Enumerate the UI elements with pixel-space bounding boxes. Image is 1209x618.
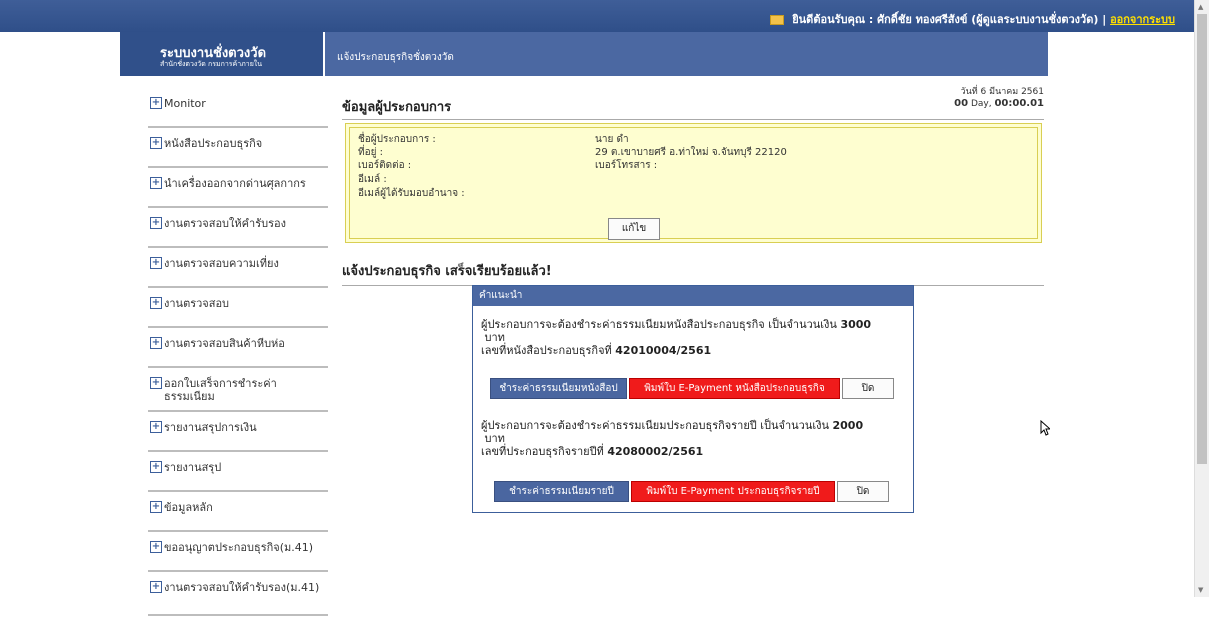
sidebar-item-label: รายงานสรุปการเงิน	[164, 421, 257, 434]
timer-unit: Day,	[970, 99, 992, 109]
expand-plus-icon[interactable]: +	[150, 97, 162, 109]
letter-no-label: เลขที่หนังสือประกอบธุรกิจที่	[481, 344, 612, 357]
sidebar-item-label: งานตรวจสอบ	[164, 297, 230, 310]
fax-label: เบอร์โทรสาร :	[595, 160, 658, 171]
brand-logo[interactable]: ระบบงานชั่งตวงวัด สำนักชั่งตวงวัด กรมการ…	[120, 32, 323, 76]
current-date: วันที่ 6 มีนาคม 2561	[960, 87, 1044, 97]
success-message: แจ้งประกอบธุรกิจ เสร็จเรียบร้อยแล้ว!	[342, 260, 1044, 286]
expand-plus-icon[interactable]: +	[150, 257, 162, 269]
sidebar-item-monitor[interactable]: + Monitor	[148, 90, 328, 128]
fee-amount-2: 2000	[832, 419, 864, 432]
sidebar-item-label: ออกใบเสร็จการชำระค่าธรรมเนียม	[164, 377, 277, 403]
sidebar-item-label: Monitor	[164, 97, 206, 110]
email-label: อีเมล์ :	[358, 174, 387, 185]
page-title-bar: แจ้งประกอบธุรกิจชั่งตวงวัด	[325, 32, 1048, 76]
vertical-scrollbar[interactable]: ▲ ▼	[1194, 0, 1209, 597]
sidebar-item-summary-report[interactable]: + รายงานสรุป	[148, 454, 328, 492]
fee-unit-1: บาท	[484, 331, 505, 344]
operator-info-inner: ชื่อผู้ประกอบการ : นาย ดำ ที่อยู่ : 29 ต…	[349, 127, 1038, 240]
delegate-email-label: อีเมล์ผู้ได้รับมอบอำนาจ :	[358, 188, 465, 199]
fee-unit-2: บาท	[484, 432, 505, 445]
sidebar-item-label: นำเครื่องออกจากด่านศุลกากร	[164, 177, 306, 190]
expand-plus-icon[interactable]: +	[150, 217, 162, 229]
print-annual-epayment-button[interactable]: พิมพ์ใบ E-Payment ประกอบธุรกิจรายปี	[631, 481, 835, 502]
section-title: ข้อมูลผู้ประกอบการ	[342, 100, 452, 115]
sidebar-item-label: งานตรวจสอบสินค้าหีบห่อ	[164, 337, 285, 350]
operator-info-box: ชื่อผู้ประกอบการ : นาย ดำ ที่อยู่ : 29 ต…	[345, 123, 1042, 243]
advice-dialog: คำแนะนำ ผู้ประกอบการจะต้องชำระค่าธรรมเนี…	[472, 285, 914, 513]
sidebar-item-label: งานตรวจสอบให้คำรับรอง	[164, 217, 286, 230]
sidebar-item-license-m41[interactable]: + ขออนุญาตประกอบธุรกิจ(ม.41)	[148, 534, 328, 572]
top-bar: ยินดีต้อนรับคุณ : ศักดิ์ชัย ทองศรีสังข์ …	[0, 0, 1195, 32]
expand-plus-icon[interactable]: +	[150, 297, 162, 309]
header-row: ระบบงานชั่งตวงวัด สำนักชั่งตวงวัด กรมการ…	[120, 32, 1048, 76]
close-button[interactable]: ปิด	[837, 481, 889, 502]
annual-no-label: เลขที่ประกอบธุรกิจรายปีที่	[481, 445, 604, 458]
phone-label: เบอร์ติดต่อ :	[358, 160, 412, 171]
brand-subtitle: สำนักชั่งตวงวัด กรมการค้าภายใน	[160, 60, 262, 68]
edit-button[interactable]: แก้ไข	[608, 218, 660, 240]
close-button[interactable]: ปิด	[842, 378, 894, 399]
expand-plus-icon[interactable]: +	[150, 137, 162, 149]
sidebar-item-fee-receipt[interactable]: + ออกใบเสร็จการชำระค่าธรรมเนียม	[148, 370, 328, 412]
sidebar-item-label: รายงานสรุป	[164, 461, 222, 474]
sidebar-item-finance-report[interactable]: + รายงานสรุปการเงิน	[148, 414, 328, 452]
timer-day: 00	[954, 98, 969, 109]
fee-amount-1: 3000	[840, 318, 872, 331]
title-row: ข้อมูลผู้ประกอบการ วันที่ 6 มีนาคม 2561 …	[342, 84, 1044, 120]
sidebar-item-label: หนังสือประกอบธุรกิจ	[164, 137, 263, 150]
sidebar-item-label: ข้อมูลหลัก	[164, 501, 213, 514]
fee-text-1: ผู้ประกอบการจะต้องชำระค่าธรรมเนียมหนังสื…	[481, 318, 837, 331]
main-content: ข้อมูลผู้ประกอบการ วันที่ 6 มีนาคม 2561 …	[342, 84, 1044, 513]
welcome-area: ยินดีต้อนรับคุณ : ศักดิ์ชัย ทองศรีสังข์ …	[770, 10, 1175, 28]
annual-number: 42080002/2561	[607, 445, 704, 458]
mail-icon[interactable]	[770, 15, 785, 25]
sidebar-item-certification-check[interactable]: + งานตรวจสอบให้คำรับรอง	[148, 210, 328, 248]
date-timer: วันที่ 6 มีนาคม 2561 00 Day, 00:00.01	[954, 87, 1044, 110]
sidebar-item-business-letter[interactable]: + หนังสือประกอบธุรกิจ	[148, 130, 328, 168]
sidebar-item-master-data[interactable]: + ข้อมูลหลัก	[148, 494, 328, 532]
expand-plus-icon[interactable]: +	[150, 377, 162, 389]
sidebar-menu: + Monitor + หนังสือประกอบธุรกิจ + นำเครื่อง…	[148, 90, 328, 618]
pay-annual-fee-button[interactable]: ชำระค่าธรรมเนียมรายปี	[494, 481, 629, 502]
letter-number: 42010004/2561	[615, 344, 712, 357]
fee-text-2: ผู้ประกอบการจะต้องชำระค่าธรรมเนียมประกอบ…	[481, 419, 829, 432]
timer-time: 00:00.01	[994, 98, 1044, 109]
sidebar-item-inspection[interactable]: + งานตรวจสอบ	[148, 290, 328, 328]
page-title: แจ้งประกอบธุรกิจชั่งตวงวัด	[337, 52, 454, 63]
expand-plus-icon[interactable]: +	[150, 461, 162, 473]
mouse-cursor-icon	[1040, 420, 1050, 436]
scroll-down-arrow-icon[interactable]: ▼	[1198, 586, 1203, 594]
pay-letter-fee-button[interactable]: ชำระค่าธรรมเนียมหนังสือป	[490, 378, 627, 399]
sidebar-item-customs-export[interactable]: + นำเครื่องออกจากด่านศุลกากร	[148, 170, 328, 208]
dialog-header: คำแนะนำ	[473, 286, 913, 306]
expand-plus-icon[interactable]: +	[150, 421, 162, 433]
logout-link[interactable]: ออกจากระบบ	[1110, 13, 1175, 26]
fee-notice-1: ผู้ประกอบการจะต้องชำระค่าธรรมเนียมหนังสื…	[481, 318, 906, 357]
expand-plus-icon[interactable]: +	[150, 501, 162, 513]
expand-plus-icon[interactable]: +	[150, 581, 162, 593]
sidebar-item-accuracy-check[interactable]: + งานตรวจสอบความเที่ยง	[148, 250, 328, 288]
expand-plus-icon[interactable]: +	[150, 177, 162, 189]
sidebar-item-label: ขออนุญาตประกอบธุรกิจ(ม.41)	[164, 541, 314, 554]
welcome-text: ยินดีต้อนรับคุณ : ศักดิ์ชัย ทองศรีสังข์ …	[792, 13, 1107, 26]
expand-plus-icon[interactable]: +	[150, 337, 162, 349]
print-letter-epayment-button[interactable]: พิมพ์ใบ E-Payment หนังสือประกอบธุรกิจ	[629, 378, 840, 399]
scroll-up-arrow-icon[interactable]: ▲	[1198, 3, 1203, 11]
sidebar-item-label: งานตรวจสอบความเที่ยง	[164, 257, 279, 270]
scrollbar-thumb[interactable]	[1197, 14, 1207, 464]
expand-plus-icon[interactable]: +	[150, 541, 162, 553]
sidebar-item-label: งานตรวจสอบให้คำรับรอง(ม.41)	[164, 581, 320, 594]
fee-notice-2: ผู้ประกอบการจะต้องชำระค่าธรรมเนียมประกอบ…	[481, 419, 906, 458]
sidebar-item-package-check[interactable]: + งานตรวจสอบสินค้าหีบห่อ	[148, 330, 328, 368]
sidebar-item-certification-m41[interactable]: + งานตรวจสอบให้คำรับรอง(ม.41)	[148, 574, 328, 616]
